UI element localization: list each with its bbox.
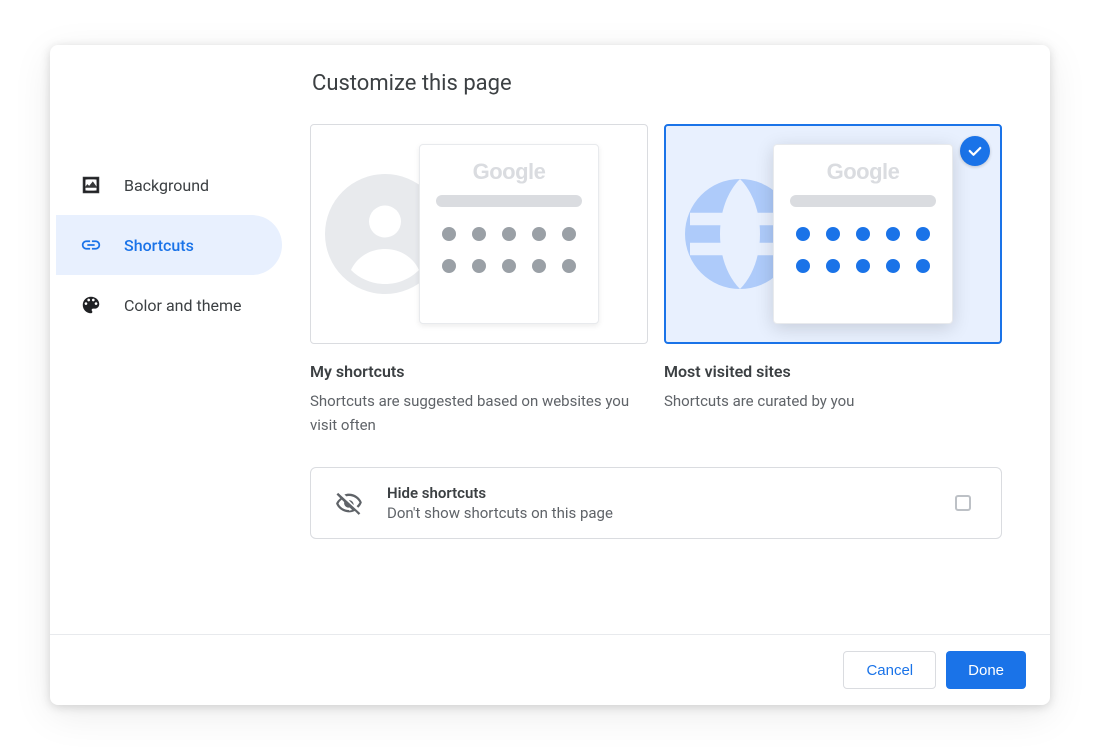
preview-searchbar <box>436 195 582 207</box>
check-icon <box>960 136 990 166</box>
shortcut-preview: Google <box>773 144 953 324</box>
page-title: Customize this page <box>312 71 1002 96</box>
hide-subtitle: Don't show shortcuts on this page <box>387 504 955 522</box>
preview-logo: Google <box>786 159 940 185</box>
option-description: Shortcuts are curated by you <box>664 389 1002 413</box>
image-icon <box>80 174 102 196</box>
dialog-content: Background Shortcuts Color and theme Cus… <box>50 45 1050 634</box>
sidebar-item-label: Shortcuts <box>124 236 194 255</box>
link-icon <box>80 234 102 256</box>
sidebar-item-label: Color and theme <box>124 296 242 315</box>
preview-logo: Google <box>432 159 586 185</box>
cancel-button[interactable]: Cancel <box>843 651 936 689</box>
option-most-visited: Google Most visited sites Shortcuts are … <box>664 124 1002 437</box>
sidebar-item-color-theme[interactable]: Color and theme <box>56 275 282 335</box>
option-title: My shortcuts <box>310 362 648 381</box>
shortcut-preview: Google <box>419 144 599 324</box>
palette-icon <box>80 294 102 316</box>
sidebar: Background Shortcuts Color and theme <box>50 71 310 634</box>
preview-searchbar <box>790 195 936 207</box>
sidebar-item-label: Background <box>124 176 209 195</box>
option-title: Most visited sites <box>664 362 1002 381</box>
hide-shortcuts-toggle[interactable] <box>955 495 971 511</box>
dialog-footer: Cancel Done <box>50 634 1050 705</box>
main-panel: Customize this page Google <box>310 71 1050 634</box>
done-button[interactable]: Done <box>946 651 1026 689</box>
options-row: Google My shortcuts Shortcuts are sugges… <box>310 124 1002 437</box>
option-tile-most-visited[interactable]: Google <box>664 124 1002 344</box>
hide-shortcuts-row: Hide shortcuts Don't show shortcuts on t… <box>310 467 1002 539</box>
sidebar-item-shortcuts[interactable]: Shortcuts <box>56 215 282 275</box>
hide-title: Hide shortcuts <box>387 484 955 502</box>
option-my-shortcuts: Google My shortcuts Shortcuts are sugges… <box>310 124 648 437</box>
customize-dialog: Background Shortcuts Color and theme Cus… <box>50 45 1050 705</box>
visibility-off-icon <box>335 489 363 517</box>
option-tile-my-shortcuts[interactable]: Google <box>310 124 648 344</box>
sidebar-item-background[interactable]: Background <box>56 155 282 215</box>
option-description: Shortcuts are suggested based on website… <box>310 389 648 437</box>
